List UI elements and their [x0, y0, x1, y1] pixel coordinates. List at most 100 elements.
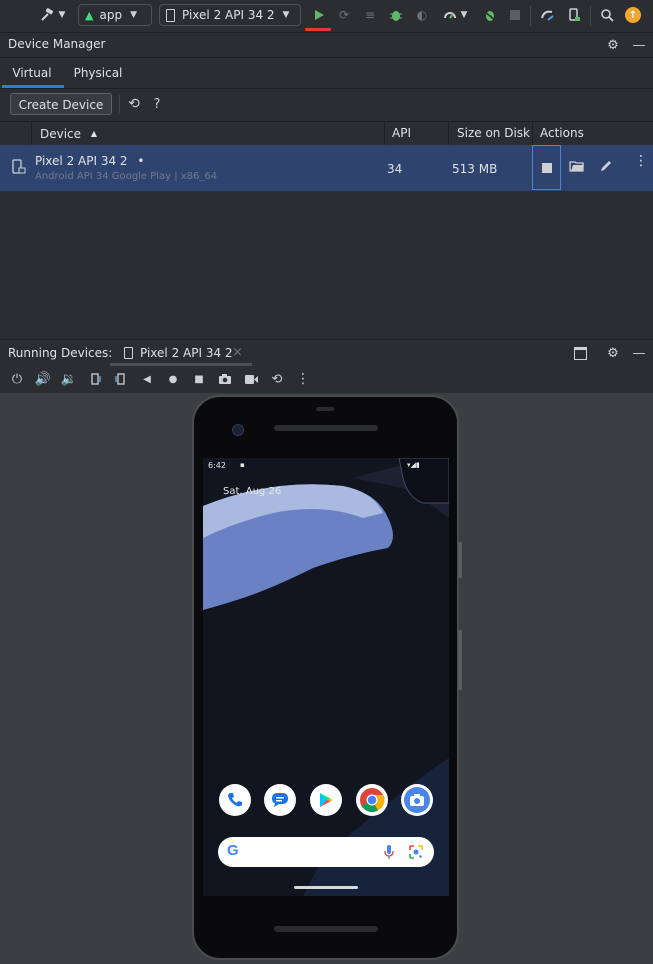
home-icon[interactable]: ●: [164, 370, 182, 388]
power-icon[interactable]: ⏻: [8, 370, 26, 388]
gesture-navigation-bar[interactable]: [294, 886, 358, 889]
stop-icon[interactable]: [506, 4, 524, 26]
bottom-speaker: [274, 926, 378, 932]
minimize-icon[interactable]: —: [630, 36, 648, 54]
profile-icon[interactable]: ▼: [438, 4, 472, 26]
table-row[interactable]: Pixel 2 API 34 2 • Android API 34 Google…: [0, 145, 653, 191]
more-options-icon[interactable]: ⋮: [634, 154, 648, 168]
google-search-bar[interactable]: G: [218, 837, 434, 867]
running-devices-header: Running Devices: Pixel 2 API 34 2 × ⚙ —: [0, 339, 653, 366]
sort-ascending-icon: ▲: [90, 129, 98, 138]
window-maximize-icon[interactable]: [571, 344, 589, 362]
running-device-tab-label: Pixel 2 API 34 2: [140, 346, 233, 360]
stop-emulator-button[interactable]: [532, 145, 561, 190]
column-api[interactable]: API: [392, 122, 411, 145]
search-icon[interactable]: [597, 4, 617, 26]
rotate-left-icon[interactable]: [86, 370, 104, 388]
create-device-button[interactable]: Create Device: [10, 93, 112, 115]
home-date[interactable]: Sat, Aug 26: [223, 486, 281, 497]
logcat-icon[interactable]: ≡: [361, 4, 379, 26]
play-store-app-icon[interactable]: [310, 784, 342, 816]
attach-debugger-icon[interactable]: ◐: [413, 4, 431, 26]
volume-button-side[interactable]: [458, 630, 462, 690]
status-time: 6:42: [208, 461, 226, 470]
sync-project-icon[interactable]: [538, 4, 558, 26]
tab-physical[interactable]: Physical: [68, 58, 128, 88]
build-hammer-icon[interactable]: ▼: [36, 4, 68, 26]
tab-virtual[interactable]: Virtual: [0, 58, 64, 88]
snapshot-restore-icon[interactable]: ⟲: [268, 370, 286, 388]
column-device[interactable]: Device ▲: [40, 122, 97, 145]
google-g-logo: G: [227, 842, 239, 859]
tab-virtual-label: Virtual: [12, 66, 52, 80]
device-selector[interactable]: Pixel 2 API 34 2 ▼: [159, 4, 301, 26]
close-icon[interactable]: ×: [232, 345, 243, 360]
device-icon: [166, 8, 175, 22]
screenshot-camera-icon[interactable]: [216, 370, 234, 388]
front-camera: [232, 424, 244, 436]
screen-record-icon[interactable]: [242, 370, 260, 388]
camera-app-icon[interactable]: [401, 784, 433, 816]
volume-down-icon[interactable]: 🔉: [60, 370, 78, 388]
device-subtitle: Android API 34 Google Play | x86_64: [35, 171, 218, 182]
device-manager-icon[interactable]: [564, 4, 584, 26]
device-icon: [124, 347, 133, 359]
proximity-sensor: [316, 407, 334, 411]
folder-open-icon[interactable]: [569, 159, 585, 176]
module-selector[interactable]: ▲ app ▼: [78, 4, 152, 26]
column-divider: [448, 122, 449, 145]
stop-icon: [541, 162, 552, 173]
run-icon[interactable]: [309, 4, 329, 26]
gear-icon[interactable]: ⚙: [604, 344, 622, 362]
device-manager-title: Device Manager: [8, 37, 106, 51]
column-actions: Actions: [540, 126, 584, 140]
chevron-down-icon: ▼: [130, 10, 137, 20]
device-name: Pixel 2 API 34 2 •: [35, 154, 144, 168]
running-device-tab[interactable]: Pixel 2 API 34 2 ×: [110, 340, 252, 366]
google-lens-icon[interactable]: [408, 844, 424, 863]
gear-icon[interactable]: ⚙: [604, 36, 622, 54]
running-devices-label: Running Devices:: [8, 346, 113, 360]
help-icon[interactable]: ?: [149, 95, 165, 113]
module-label: app: [99, 8, 123, 22]
device-table-header: Device ▲ API Size on Disk Actions: [0, 121, 653, 146]
device-status-dot: •: [137, 154, 145, 168]
wifi-signal-battery-icons: ▾◢▮: [407, 461, 420, 469]
column-divider: [31, 122, 32, 145]
overview-icon[interactable]: ■: [190, 370, 208, 388]
phone-screen[interactable]: 6:42 ▪ ▾◢▮ Sat, Aug 26: [203, 458, 449, 896]
toolbar-divider: [530, 6, 531, 26]
messages-app-icon[interactable]: [264, 784, 296, 816]
microphone-icon[interactable]: [384, 844, 394, 863]
minimize-icon[interactable]: —: [630, 344, 648, 362]
chevron-down-icon: ▼: [282, 10, 290, 20]
emulator-toolbar: ⏻ 🔊 🔉 ◀ ● ■ ⟲ ⋮: [0, 366, 653, 392]
column-divider: [384, 122, 385, 145]
divider: [119, 95, 120, 113]
device-tabs: Virtual Physical: [0, 58, 653, 89]
tab-physical-label: Physical: [73, 66, 123, 80]
more-options-icon[interactable]: ⋮: [294, 370, 312, 388]
device-label: Pixel 2 API 34 2: [182, 8, 275, 22]
volume-up-icon[interactable]: 🔊: [34, 370, 52, 388]
column-divider: [532, 122, 533, 145]
power-button-side[interactable]: [458, 542, 462, 578]
apply-changes-icon[interactable]: ⟳: [335, 4, 353, 26]
refresh-icon[interactable]: ⟲: [125, 95, 143, 113]
column-device-label: Device: [40, 127, 82, 141]
back-icon[interactable]: ◀: [138, 370, 156, 388]
device-api: 34: [387, 162, 403, 176]
android-icon: ▲: [85, 8, 94, 22]
rotate-right-icon[interactable]: [112, 370, 130, 388]
column-size[interactable]: Size on Disk: [457, 122, 530, 145]
device-icon: [12, 159, 26, 178]
phone-app-icon[interactable]: [219, 784, 251, 816]
update-icon[interactable]: ↑: [623, 4, 643, 26]
debug-icon[interactable]: [387, 4, 405, 26]
chrome-app-icon[interactable]: [356, 784, 388, 816]
device-actions-bar: Create Device ⟲ ?: [0, 89, 653, 119]
edit-pencil-icon[interactable]: [599, 159, 613, 176]
build-variants-icon[interactable]: [480, 4, 500, 26]
underline-mark: [305, 28, 331, 31]
earpiece-speaker: [274, 425, 378, 431]
